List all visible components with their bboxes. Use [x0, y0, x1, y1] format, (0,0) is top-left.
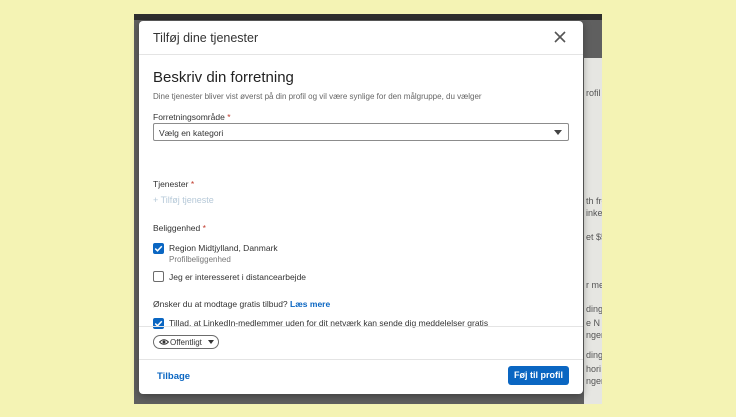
visibility-dropdown[interactable]: Offentligt — [153, 335, 219, 349]
section-description: Dine tjenester bliver vist øverst på din… — [153, 92, 482, 101]
region-sublabel: Profilbeliggenhed — [169, 255, 231, 264]
business-area-select[interactable]: Vælg en kategori — [153, 123, 569, 141]
business-area-selected: Vælg en kategori — [159, 128, 224, 138]
checkmark-icon — [154, 320, 163, 327]
background-page-peek: rofil th fre inke et $5 r me ding e N ng… — [584, 58, 602, 404]
divider — [139, 359, 583, 360]
peek-text: th fre — [586, 196, 602, 206]
checkmark-icon — [154, 245, 163, 252]
free-offers-question: Ønsker du at modtage gratis tilbud? Læs … — [153, 299, 331, 309]
remote-work-checkbox[interactable] — [153, 271, 164, 282]
close-icon[interactable] — [551, 28, 569, 46]
eye-icon — [159, 339, 169, 345]
peek-text: et $5 — [586, 232, 602, 242]
region-checkbox[interactable] — [153, 243, 164, 254]
peek-text: r me — [586, 280, 602, 290]
business-area-label: Forretningsområde * — [153, 112, 231, 122]
services-label: Tjenester * — [153, 179, 195, 189]
dialog-title: Tilføj dine tjenester — [153, 31, 259, 45]
peek-text: nger — [586, 376, 602, 386]
peek-text: nger — [586, 330, 602, 340]
visibility-label: Offentligt — [170, 338, 202, 347]
add-to-profile-button[interactable]: Føj til profil — [508, 366, 569, 385]
background-navbar — [134, 14, 602, 20]
learn-more-link[interactable]: Læs mere — [290, 299, 330, 309]
location-label: Beliggenhed * — [153, 223, 206, 233]
peek-text: ding — [586, 304, 602, 314]
allow-messages-checkbox[interactable] — [153, 318, 164, 329]
peek-text: inke — [586, 208, 602, 218]
add-services-dialog: Tilføj dine tjenester Beskriv din forret… — [139, 21, 583, 394]
remote-work-label: Jeg er interesseret i distancearbejde — [169, 272, 307, 282]
region-label: Region Midtjylland, Danmark — [169, 243, 278, 253]
add-service-link[interactable]: + Tilføj tjeneste — [153, 195, 214, 205]
back-button[interactable]: Tilbage — [157, 371, 190, 382]
divider — [139, 326, 583, 327]
peek-text: rofil — [586, 88, 601, 98]
dialog-header: Tilføj dine tjenester — [139, 21, 583, 55]
peek-text: e N — [586, 318, 601, 328]
peek-text: ding — [586, 350, 602, 360]
caret-down-icon — [208, 340, 214, 344]
chevron-down-icon — [554, 130, 562, 135]
section-heading: Beskriv din forretning — [153, 69, 294, 86]
peek-text: hori — [586, 364, 602, 374]
